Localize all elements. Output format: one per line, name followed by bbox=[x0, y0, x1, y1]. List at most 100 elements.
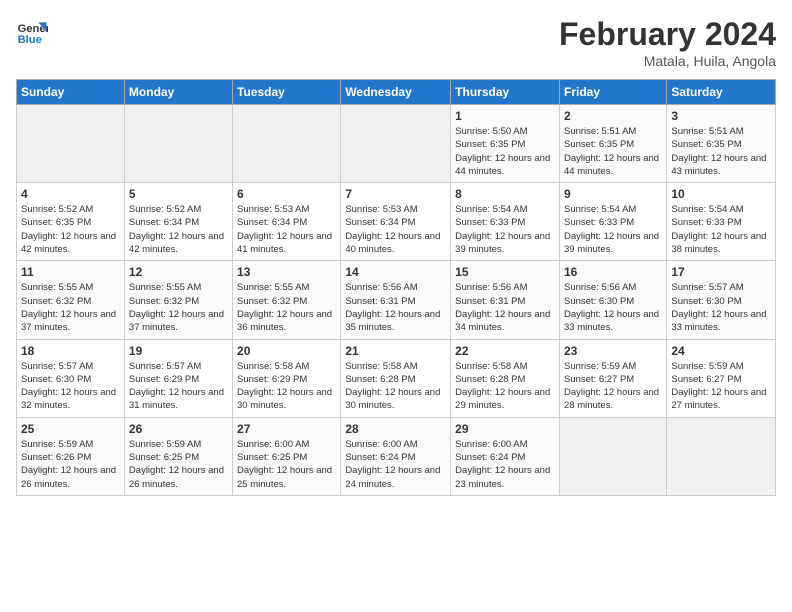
day-number: 19 bbox=[129, 344, 228, 358]
header-tuesday: Tuesday bbox=[233, 80, 341, 105]
day-number: 14 bbox=[345, 265, 446, 279]
calendar-cell: 20 Sunrise: 5:58 AM Sunset: 6:29 PM Dayli… bbox=[233, 339, 341, 417]
day-info: Sunrise: 5:54 AM Sunset: 6:33 PM Dayligh… bbox=[671, 203, 771, 256]
calendar-cell: 17 Sunrise: 5:57 AM Sunset: 6:30 PM Dayli… bbox=[667, 261, 776, 339]
day-info: Sunrise: 5:55 AM Sunset: 6:32 PM Dayligh… bbox=[21, 281, 120, 334]
calendar-cell: 16 Sunrise: 5:56 AM Sunset: 6:30 PM Dayli… bbox=[559, 261, 666, 339]
day-number: 3 bbox=[671, 109, 771, 123]
day-info: Sunrise: 5:56 AM Sunset: 6:31 PM Dayligh… bbox=[455, 281, 555, 334]
day-info: Sunrise: 5:58 AM Sunset: 6:29 PM Dayligh… bbox=[237, 360, 336, 413]
calendar-cell: 18Sunrise: 5:57 AM Sunset: 6:30 PM Dayli… bbox=[17, 339, 125, 417]
location-subtitle: Matala, Huila, Angola bbox=[559, 53, 776, 69]
calendar-cell: 14 Sunrise: 5:56 AM Sunset: 6:31 PM Dayli… bbox=[341, 261, 451, 339]
calendar-cell: 22 Sunrise: 5:58 AM Sunset: 6:28 PM Dayli… bbox=[451, 339, 560, 417]
day-info: Sunrise: 5:53 AM Sunset: 6:34 PM Dayligh… bbox=[237, 203, 336, 256]
day-info: Sunrise: 5:56 AM Sunset: 6:30 PM Dayligh… bbox=[564, 281, 662, 334]
calendar-cell: 10 Sunrise: 5:54 AM Sunset: 6:33 PM Dayli… bbox=[667, 183, 776, 261]
day-number: 12 bbox=[129, 265, 228, 279]
calendar-cell bbox=[17, 105, 125, 183]
day-number: 21 bbox=[345, 344, 446, 358]
week-row-1: 1 Sunrise: 5:50 AM Sunset: 6:35 PM Daylig… bbox=[17, 105, 776, 183]
week-row-3: 11Sunrise: 5:55 AM Sunset: 6:32 PM Dayli… bbox=[17, 261, 776, 339]
calendar-cell: 9 Sunrise: 5:54 AM Sunset: 6:33 PM Daylig… bbox=[559, 183, 666, 261]
calendar-cell: 7 Sunrise: 5:53 AM Sunset: 6:34 PM Daylig… bbox=[341, 183, 451, 261]
day-number: 6 bbox=[237, 187, 336, 201]
day-number: 8 bbox=[455, 187, 555, 201]
day-info: Sunrise: 5:58 AM Sunset: 6:28 PM Dayligh… bbox=[345, 360, 446, 413]
day-number: 29 bbox=[455, 422, 555, 436]
header-friday: Friday bbox=[559, 80, 666, 105]
day-info: Sunrise: 5:53 AM Sunset: 6:34 PM Dayligh… bbox=[345, 203, 446, 256]
day-info: Sunrise: 5:54 AM Sunset: 6:33 PM Dayligh… bbox=[455, 203, 555, 256]
month-title: February 2024 bbox=[559, 16, 776, 53]
day-info: Sunrise: 5:52 AM Sunset: 6:35 PM Dayligh… bbox=[21, 203, 120, 256]
calendar-cell: 15Sunrise: 5:56 AM Sunset: 6:31 PM Dayli… bbox=[451, 261, 560, 339]
calendar-cell: 6 Sunrise: 5:53 AM Sunset: 6:34 PM Daylig… bbox=[233, 183, 341, 261]
header-sunday: Sunday bbox=[17, 80, 125, 105]
day-number: 27 bbox=[237, 422, 336, 436]
day-info: Sunrise: 5:57 AM Sunset: 6:30 PM Dayligh… bbox=[671, 281, 771, 334]
calendar-cell: 28Sunrise: 6:00 AM Sunset: 6:24 PM Dayli… bbox=[341, 417, 451, 495]
header-thursday: Thursday bbox=[451, 80, 560, 105]
calendar-cell: 4Sunrise: 5:52 AM Sunset: 6:35 PM Daylig… bbox=[17, 183, 125, 261]
header-wednesday: Wednesday bbox=[341, 80, 451, 105]
calendar-cell bbox=[124, 105, 232, 183]
day-number: 7 bbox=[345, 187, 446, 201]
day-info: Sunrise: 5:51 AM Sunset: 6:35 PM Dayligh… bbox=[671, 125, 771, 178]
title-block: February 2024 Matala, Huila, Angola bbox=[559, 16, 776, 69]
day-info: Sunrise: 5:54 AM Sunset: 6:33 PM Dayligh… bbox=[564, 203, 662, 256]
day-info: Sunrise: 5:55 AM Sunset: 6:32 PM Dayligh… bbox=[129, 281, 228, 334]
calendar-cell: 3 Sunrise: 5:51 AM Sunset: 6:35 PM Daylig… bbox=[667, 105, 776, 183]
day-info: Sunrise: 5:59 AM Sunset: 6:26 PM Dayligh… bbox=[21, 438, 120, 491]
calendar-cell: 8 Sunrise: 5:54 AM Sunset: 6:33 PM Daylig… bbox=[451, 183, 560, 261]
day-number: 2 bbox=[564, 109, 662, 123]
calendar-cell bbox=[559, 417, 666, 495]
day-number: 16 bbox=[564, 265, 662, 279]
day-info: Sunrise: 5:55 AM Sunset: 6:32 PM Dayligh… bbox=[237, 281, 336, 334]
day-number: 10 bbox=[671, 187, 771, 201]
calendar-cell bbox=[667, 417, 776, 495]
day-info: Sunrise: 5:56 AM Sunset: 6:31 PM Dayligh… bbox=[345, 281, 446, 334]
week-row-5: 25Sunrise: 5:59 AM Sunset: 6:26 PM Dayli… bbox=[17, 417, 776, 495]
day-info: Sunrise: 5:57 AM Sunset: 6:29 PM Dayligh… bbox=[129, 360, 228, 413]
day-info: Sunrise: 5:59 AM Sunset: 6:27 PM Dayligh… bbox=[564, 360, 662, 413]
calendar-header-row: Sunday Monday Tuesday Wednesday Thursday… bbox=[17, 80, 776, 105]
calendar-cell: 1 Sunrise: 5:50 AM Sunset: 6:35 PM Daylig… bbox=[451, 105, 560, 183]
svg-text:Blue: Blue bbox=[18, 34, 42, 46]
calendar-cell: 13Sunrise: 5:55 AM Sunset: 6:32 PM Dayli… bbox=[233, 261, 341, 339]
day-number: 22 bbox=[455, 344, 555, 358]
day-info: Sunrise: 6:00 AM Sunset: 6:25 PM Dayligh… bbox=[237, 438, 336, 491]
logo-icon: General Blue bbox=[16, 16, 48, 48]
calendar-cell: 23 Sunrise: 5:59 AM Sunset: 6:27 PM Dayli… bbox=[559, 339, 666, 417]
day-info: Sunrise: 5:58 AM Sunset: 6:28 PM Dayligh… bbox=[455, 360, 555, 413]
calendar-cell: 21 Sunrise: 5:58 AM Sunset: 6:28 PM Dayli… bbox=[341, 339, 451, 417]
calendar-cell: 19 Sunrise: 5:57 AM Sunset: 6:29 PM Dayli… bbox=[124, 339, 232, 417]
calendar-cell: 24Sunrise: 5:59 AM Sunset: 6:27 PM Dayli… bbox=[667, 339, 776, 417]
day-info: Sunrise: 5:59 AM Sunset: 6:25 PM Dayligh… bbox=[129, 438, 228, 491]
day-info: Sunrise: 5:50 AM Sunset: 6:35 PM Dayligh… bbox=[455, 125, 555, 178]
day-number: 28 bbox=[345, 422, 446, 436]
day-info: Sunrise: 5:51 AM Sunset: 6:35 PM Dayligh… bbox=[564, 125, 662, 178]
calendar-cell: 5Sunrise: 5:52 AM Sunset: 6:34 PM Daylig… bbox=[124, 183, 232, 261]
day-number: 20 bbox=[237, 344, 336, 358]
calendar-cell: 11Sunrise: 5:55 AM Sunset: 6:32 PM Dayli… bbox=[17, 261, 125, 339]
calendar-cell bbox=[341, 105, 451, 183]
week-row-2: 4Sunrise: 5:52 AM Sunset: 6:35 PM Daylig… bbox=[17, 183, 776, 261]
day-number: 23 bbox=[564, 344, 662, 358]
page-header: General Blue February 2024 Matala, Huila… bbox=[16, 16, 776, 69]
calendar-cell: 26 Sunrise: 5:59 AM Sunset: 6:25 PM Dayli… bbox=[124, 417, 232, 495]
calendar-table: Sunday Monday Tuesday Wednesday Thursday… bbox=[16, 79, 776, 496]
day-info: Sunrise: 5:57 AM Sunset: 6:30 PM Dayligh… bbox=[21, 360, 120, 413]
day-number: 26 bbox=[129, 422, 228, 436]
week-row-4: 18Sunrise: 5:57 AM Sunset: 6:30 PM Dayli… bbox=[17, 339, 776, 417]
calendar-cell: 2 Sunrise: 5:51 AM Sunset: 6:35 PM Daylig… bbox=[559, 105, 666, 183]
calendar-cell bbox=[233, 105, 341, 183]
day-number: 9 bbox=[564, 187, 662, 201]
calendar-cell: 25Sunrise: 5:59 AM Sunset: 6:26 PM Dayli… bbox=[17, 417, 125, 495]
day-number: 1 bbox=[455, 109, 555, 123]
logo: General Blue bbox=[16, 16, 48, 48]
day-number: 24 bbox=[671, 344, 771, 358]
header-monday: Monday bbox=[124, 80, 232, 105]
day-number: 17 bbox=[671, 265, 771, 279]
day-info: Sunrise: 6:00 AM Sunset: 6:24 PM Dayligh… bbox=[455, 438, 555, 491]
